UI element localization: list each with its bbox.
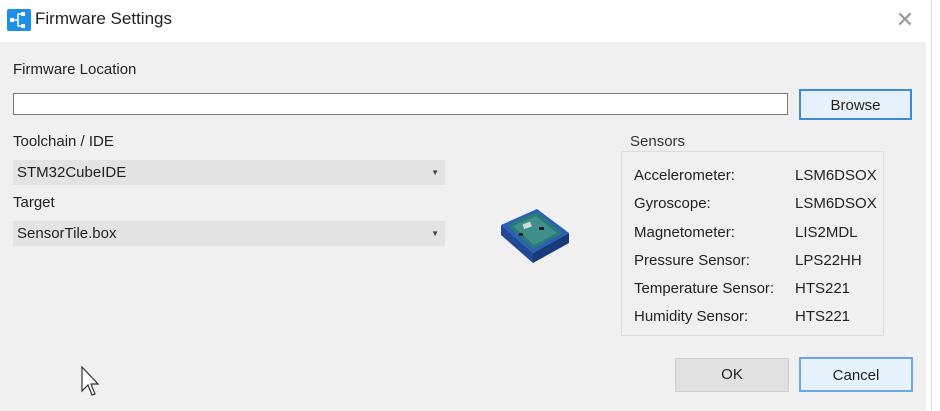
- mouse-cursor-icon: [81, 365, 100, 396]
- target-label: Target: [13, 194, 55, 211]
- sensors-group-title: Sensors: [628, 133, 688, 150]
- sensor-name: Gyroscope:: [634, 195, 711, 212]
- sensor-value: HTS221: [795, 308, 851, 325]
- sensor-value: LIS2MDL: [795, 224, 858, 241]
- sensor-name: Humidity Sensor:: [634, 308, 749, 325]
- firmware-location-input[interactable]: [13, 93, 788, 115]
- target-selected-value: SensorTile.box: [17, 225, 117, 242]
- sensor-value: LSM6DSOX: [795, 167, 877, 184]
- dropdown-arrow-icon: ▼: [431, 168, 439, 177]
- sensor-value: LSM6DSOX: [795, 195, 877, 212]
- app-network-icon: [7, 9, 31, 31]
- sensor-value: HTS221: [795, 280, 851, 297]
- title-bar: Firmware Settings ✕: [0, 0, 926, 42]
- dropdown-arrow-icon: ▼: [431, 229, 439, 238]
- browse-button[interactable]: Browse: [799, 89, 912, 120]
- firmware-location-label: Firmware Location: [13, 61, 137, 78]
- background-window-edge: [926, 0, 940, 411]
- toolchain-select[interactable]: STM32CubeIDE ▼: [13, 160, 445, 185]
- sensor-name: Pressure Sensor:: [634, 252, 750, 269]
- toolchain-label: Toolchain / IDE: [13, 133, 114, 150]
- target-select[interactable]: SensorTile.box ▼: [13, 221, 445, 246]
- sensortile-device-image: [501, 209, 569, 263]
- sensor-name: Magnetometer:: [634, 224, 735, 241]
- close-icon[interactable]: ✕: [893, 9, 917, 33]
- sensor-name: Temperature Sensor:: [634, 280, 775, 297]
- ok-button[interactable]: OK: [675, 358, 789, 392]
- sensor-value: LPS22HH: [795, 252, 862, 269]
- sensor-name: Accelerometer:: [634, 167, 735, 184]
- cancel-button[interactable]: Cancel: [799, 357, 913, 392]
- toolchain-selected-value: STM32CubeIDE: [17, 164, 127, 181]
- window-title: Firmware Settings: [35, 9, 172, 28]
